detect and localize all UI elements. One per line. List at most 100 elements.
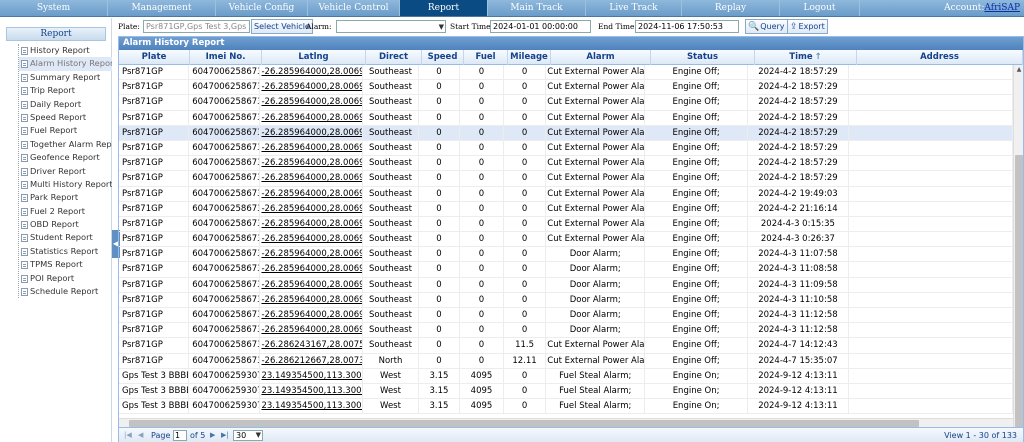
- sidebar-item[interactable]: OBD Report: [19, 218, 112, 231]
- nav-item-management[interactable]: Management: [108, 0, 216, 16]
- column-header-speed[interactable]: Speed: [422, 50, 464, 65]
- latlng-link[interactable]: -26.285964000,28.006990: [260, 308, 364, 323]
- nav-item-main-track[interactable]: Main Track: [488, 0, 586, 16]
- latlng-link[interactable]: -26.285964000,28.006990: [260, 95, 364, 111]
- table-row[interactable]: Psr871GP604700625867346-26.285964000,28.…: [119, 201, 1013, 217]
- sidebar-item[interactable]: Fuel 2 Report: [19, 205, 112, 218]
- page-number-input[interactable]: 1: [173, 430, 187, 441]
- horizontal-scrollbar[interactable]: [119, 418, 1013, 427]
- table-row[interactable]: Gps Test 3 BBBB60470062593078423.1493545…: [119, 368, 1013, 384]
- column-header-imei-no[interactable]: Imei No.: [190, 50, 262, 65]
- vertical-scrollbar[interactable]: ▲: [1013, 65, 1023, 442]
- account-name-link[interactable]: AfriSAP: [984, 3, 1020, 13]
- next-page-icon[interactable]: ▶: [210, 430, 215, 441]
- sidebar-item[interactable]: Trip Report: [19, 84, 112, 97]
- nav-item-live-track[interactable]: Live Track: [586, 0, 682, 16]
- end-time-input[interactable]: 2024-11-06 17:50:53: [635, 20, 739, 33]
- sidebar-item[interactable]: Together Alarm Report: [19, 138, 112, 151]
- table-row[interactable]: Psr871GP604700625867346-26.285964000,28.…: [119, 140, 1013, 157]
- column-header-address[interactable]: Address: [857, 50, 1023, 65]
- export-button[interactable]: ⇪Export: [787, 19, 828, 34]
- vertical-scroll-thumb[interactable]: [1015, 155, 1023, 433]
- sidebar-item[interactable]: Geofence Report: [19, 151, 112, 164]
- sidebar-item[interactable]: Statistics Report: [19, 245, 112, 258]
- table-row[interactable]: Psr871GP604700625867346-26.285964000,28.…: [119, 125, 1013, 141]
- plate-input[interactable]: Psr871GP,Gps Test 3,Gps Test: [143, 20, 250, 33]
- latlng-link[interactable]: -26.285964000,28.006990: [260, 186, 364, 202]
- sidebar-item[interactable]: POI Report: [19, 272, 112, 285]
- query-button[interactable]: 🔍Query: [745, 19, 788, 34]
- sidebar-item[interactable]: Fuel Report: [19, 124, 112, 137]
- select-vehicle-button[interactable]: Select Vehicle: [251, 19, 313, 34]
- column-header-plate[interactable]: Plate: [119, 50, 190, 65]
- table-row[interactable]: Psr871GP604700625867346-26.285964000,28.…: [119, 292, 1013, 308]
- latlng-link[interactable]: -26.285964000,28.006990: [260, 171, 364, 187]
- last-page-icon[interactable]: ▶|: [221, 430, 229, 441]
- start-time-input[interactable]: 2024-01-01 00:00:00: [490, 20, 591, 33]
- sidebar-item[interactable]: TPMS Report: [19, 258, 112, 271]
- nav-item-vehicle-control[interactable]: Vehicle Control: [308, 0, 400, 16]
- sidebar-item[interactable]: Summary Report: [19, 71, 112, 84]
- table-row[interactable]: Psr871GP604700625867346-26.286212667,28.…: [119, 353, 1013, 369]
- sidebar-item[interactable]: Daily Report: [19, 98, 112, 111]
- latlng-link[interactable]: -26.285964000,28.006990: [260, 110, 364, 126]
- table-row[interactable]: Gps Test 3 BBBB60470062593078423.1493545…: [119, 383, 1013, 400]
- latlng-link[interactable]: -26.285964000,28.006990: [260, 156, 364, 172]
- latlng-link[interactable]: -26.285964000,28.006990: [260, 323, 364, 339]
- table-row[interactable]: Gps Test 3 BBBB60470062593078423.1493545…: [119, 399, 1013, 415]
- latlng-link[interactable]: -26.285964000,28.006990: [260, 216, 364, 232]
- nav-item-logout[interactable]: Logout: [780, 0, 860, 16]
- latlng-link[interactable]: -26.286243167,28.007510: [260, 338, 364, 354]
- scroll-up-icon[interactable]: ▲: [1014, 65, 1024, 75]
- horizontal-scroll-thumb[interactable]: [129, 420, 919, 427]
- nav-item-vehicle-config[interactable]: Vehicle Config: [216, 0, 308, 16]
- latlng-link[interactable]: -26.285964000,28.006990: [260, 140, 364, 156]
- latlng-link[interactable]: 23.149354500,113.300760: [260, 399, 364, 415]
- table-row[interactable]: Psr871GP604700625867346-26.285964000,28.…: [119, 110, 1013, 126]
- column-header-time[interactable]: Time ↑: [755, 50, 857, 65]
- latlng-link[interactable]: 23.149354500,113.300760: [260, 368, 364, 384]
- latlng-link[interactable]: -26.285964000,28.006990: [260, 232, 364, 248]
- table-row[interactable]: Psr871GP604700625867346-26.285964000,28.…: [119, 95, 1013, 111]
- column-header-alarm[interactable]: Alarm: [551, 50, 651, 65]
- latlng-link[interactable]: -26.285964000,28.006990: [260, 201, 364, 217]
- latlng-link[interactable]: -26.286212667,28.007340: [260, 353, 364, 369]
- table-row[interactable]: Psr871GP604700625867346-26.286243167,28.…: [119, 338, 1013, 354]
- nav-item-report[interactable]: Report: [400, 0, 488, 16]
- alarm-select[interactable]: ▼: [336, 20, 446, 33]
- table-row[interactable]: Psr871GP604700625867346-26.285964000,28.…: [119, 216, 1013, 233]
- latlng-link[interactable]: 23.149354500,113.300760: [260, 383, 364, 399]
- table-row[interactable]: Psr871GP604700625867346-26.285964000,28.…: [119, 65, 1013, 81]
- table-row[interactable]: Psr871GP604700625867346-26.285964000,28.…: [119, 308, 1013, 324]
- column-header-fuel[interactable]: Fuel: [464, 50, 508, 65]
- latlng-link[interactable]: -26.285964000,28.006990: [260, 247, 364, 263]
- table-row[interactable]: Psr871GP604700625867346-26.285964000,28.…: [119, 232, 1013, 248]
- sidebar-item[interactable]: Driver Report: [19, 165, 112, 178]
- table-row[interactable]: Psr871GP604700625867346-26.285964000,28.…: [119, 156, 1013, 172]
- latlng-link[interactable]: -26.285964000,28.006990: [260, 125, 364, 141]
- column-header-status[interactable]: Status: [651, 50, 755, 65]
- latlng-link[interactable]: -26.285964000,28.006990: [260, 292, 364, 308]
- table-row[interactable]: Psr871GP604700625867346-26.285964000,28.…: [119, 247, 1013, 263]
- sidebar-item[interactable]: History Report: [19, 44, 112, 57]
- sidebar-item[interactable]: Schedule Report: [19, 285, 112, 298]
- sidebar-item[interactable]: Multi History Report: [19, 178, 112, 191]
- table-row[interactable]: Psr871GP604700625867346-26.285964000,28.…: [119, 277, 1013, 293]
- latlng-link[interactable]: -26.285964000,28.006990: [260, 277, 364, 293]
- latlng-link[interactable]: -26.285964000,28.006990: [260, 80, 364, 96]
- table-row[interactable]: Psr871GP604700625867346-26.285964000,28.…: [119, 262, 1013, 278]
- column-header-direct[interactable]: Direct: [366, 50, 422, 65]
- latlng-link[interactable]: -26.285964000,28.006990: [260, 65, 364, 80]
- sidebar-title[interactable]: Report: [6, 27, 106, 41]
- table-row[interactable]: Psr871GP604700625867346-26.285964000,28.…: [119, 80, 1013, 96]
- latlng-link[interactable]: -26.285964000,28.006990: [260, 262, 364, 278]
- nav-item-replay[interactable]: Replay: [682, 0, 780, 16]
- sidebar-item[interactable]: Alarm History Report: [19, 57, 112, 71]
- prev-page-icon[interactable]: ◀: [138, 430, 143, 441]
- table-row[interactable]: Psr871GP604700625867346-26.285964000,28.…: [119, 186, 1013, 202]
- column-header-mileage[interactable]: Mileage: [508, 50, 551, 65]
- page-size-select[interactable]: 30 ▼: [233, 430, 263, 441]
- column-header-latlng[interactable]: Latlng: [262, 50, 366, 65]
- sidebar-item[interactable]: Park Report: [19, 191, 112, 204]
- sidebar-item[interactable]: Speed Report: [19, 111, 112, 124]
